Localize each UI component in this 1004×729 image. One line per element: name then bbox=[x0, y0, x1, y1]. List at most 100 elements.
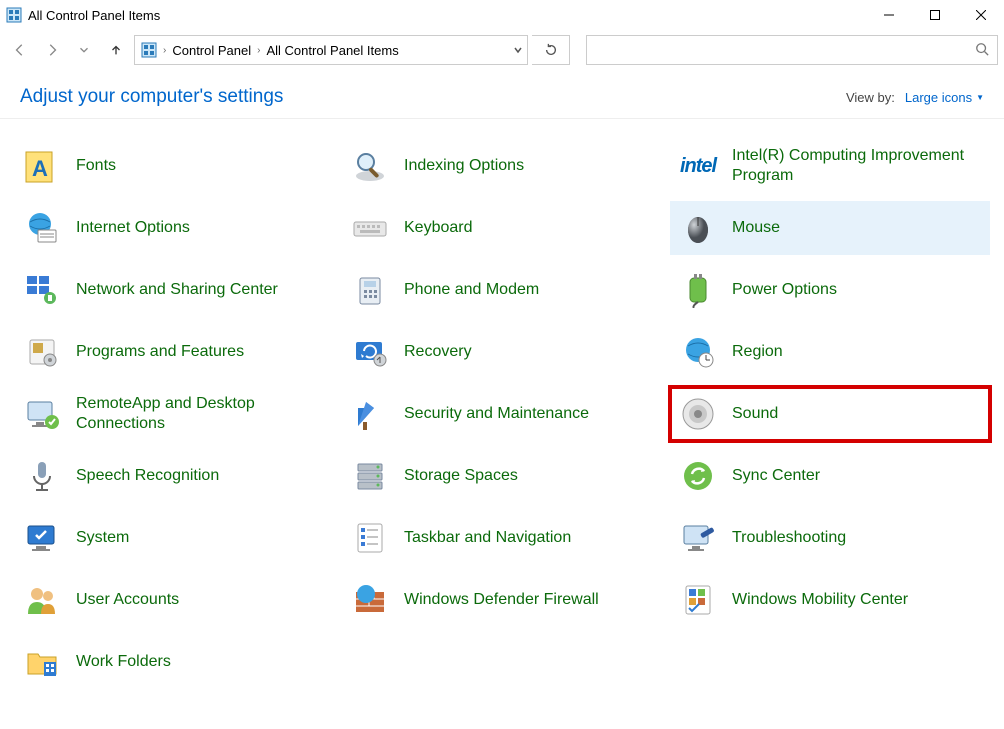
cp-item-label: Fonts bbox=[76, 156, 116, 176]
internet-options-icon bbox=[22, 208, 62, 248]
programs-icon bbox=[22, 332, 62, 372]
phone-icon bbox=[350, 270, 390, 310]
breadcrumb-current[interactable]: All Control Panel Items bbox=[264, 43, 400, 58]
cp-item-intel[interactable]: intel Intel(R) Computing Improvement Prog… bbox=[670, 139, 990, 193]
cp-item-label: Region bbox=[732, 342, 783, 362]
cp-item-label: Security and Maintenance bbox=[404, 404, 589, 424]
cp-item-label: Network and Sharing Center bbox=[76, 280, 278, 300]
address-dropdown[interactable] bbox=[513, 42, 523, 58]
cp-item-keyboard[interactable]: Keyboard bbox=[342, 201, 662, 255]
sound-icon bbox=[678, 394, 718, 434]
mouse-icon bbox=[678, 208, 718, 248]
cp-item-troubleshooting[interactable]: Troubleshooting bbox=[670, 511, 990, 565]
chevron-down-icon: ▼ bbox=[976, 93, 984, 102]
divider bbox=[0, 118, 1004, 119]
mobility-icon bbox=[678, 580, 718, 620]
fonts-icon: A bbox=[22, 146, 62, 186]
network-icon bbox=[22, 270, 62, 310]
svg-text:A: A bbox=[32, 156, 48, 181]
cp-item-sync[interactable]: Sync Center bbox=[670, 449, 990, 503]
cp-item-power[interactable]: Power Options bbox=[670, 263, 990, 317]
cp-item-indexing[interactable]: Indexing Options bbox=[342, 139, 662, 193]
page-title: Adjust your computer's settings bbox=[20, 86, 283, 108]
cp-item-label: Windows Defender Firewall bbox=[404, 590, 599, 610]
security-icon bbox=[350, 394, 390, 434]
search-icon[interactable] bbox=[975, 42, 989, 59]
intel-icon: intel bbox=[678, 146, 718, 186]
cp-item-label: Indexing Options bbox=[404, 156, 524, 176]
region-icon bbox=[678, 332, 718, 372]
viewby-dropdown[interactable]: Large icons ▼ bbox=[905, 90, 984, 105]
cp-item-label: Internet Options bbox=[76, 218, 190, 238]
cp-item-firewall[interactable]: Windows Defender Firewall bbox=[342, 573, 662, 627]
refresh-button[interactable] bbox=[532, 35, 570, 65]
cp-item-label: Phone and Modem bbox=[404, 280, 539, 300]
back-button[interactable] bbox=[6, 36, 34, 64]
address-bar[interactable]: › Control Panel › All Control Panel Item… bbox=[134, 35, 528, 65]
cp-item-work-folders[interactable]: Work Folders bbox=[14, 635, 334, 689]
breadcrumb-root-icon bbox=[139, 42, 159, 58]
cp-item-storage[interactable]: Storage Spaces bbox=[342, 449, 662, 503]
cp-item-label: System bbox=[76, 528, 129, 548]
cp-item-label: Keyboard bbox=[404, 218, 473, 238]
cp-item-taskbar[interactable]: Taskbar and Navigation bbox=[342, 511, 662, 565]
maximize-button[interactable] bbox=[912, 0, 958, 30]
cp-item-label: Programs and Features bbox=[76, 342, 244, 362]
cp-item-fonts[interactable]: A Fonts bbox=[14, 139, 334, 193]
taskbar-icon bbox=[350, 518, 390, 558]
chevron-right-icon[interactable]: › bbox=[163, 45, 166, 56]
cp-item-system[interactable]: System bbox=[14, 511, 334, 565]
cp-item-label: Mouse bbox=[732, 218, 780, 238]
cp-item-remoteapp[interactable]: RemoteApp and Desktop Connections bbox=[14, 387, 334, 441]
nav-row: › Control Panel › All Control Panel Item… bbox=[0, 30, 1004, 70]
firewall-icon bbox=[350, 580, 390, 620]
indexing-icon bbox=[350, 146, 390, 186]
storage-icon bbox=[350, 456, 390, 496]
chevron-right-icon[interactable]: › bbox=[257, 45, 260, 56]
cp-item-network[interactable]: Network and Sharing Center bbox=[14, 263, 334, 317]
cp-item-sound[interactable]: Sound bbox=[670, 387, 990, 441]
control-panel-icon bbox=[6, 7, 22, 23]
cp-item-mobility[interactable]: Windows Mobility Center bbox=[670, 573, 990, 627]
titlebar: All Control Panel Items bbox=[0, 0, 1004, 30]
search-box[interactable] bbox=[586, 35, 998, 65]
header-strip: Adjust your computer's settings View by:… bbox=[0, 70, 1004, 118]
close-button[interactable] bbox=[958, 0, 1004, 30]
window-title: All Control Panel Items bbox=[28, 8, 160, 23]
user-accounts-icon bbox=[22, 580, 62, 620]
cp-item-internet-options[interactable]: Internet Options bbox=[14, 201, 334, 255]
cp-item-security[interactable]: Security and Maintenance bbox=[342, 387, 662, 441]
cp-item-label: Windows Mobility Center bbox=[732, 590, 908, 610]
recent-dropdown[interactable] bbox=[70, 36, 98, 64]
cp-item-speech[interactable]: Speech Recognition bbox=[14, 449, 334, 503]
cp-item-label: Storage Spaces bbox=[404, 466, 518, 486]
cp-item-label: User Accounts bbox=[76, 590, 179, 610]
cp-item-label: Sound bbox=[732, 404, 778, 424]
cp-item-label: Sync Center bbox=[732, 466, 820, 486]
viewby-label: View by: bbox=[846, 90, 895, 105]
minimize-button[interactable] bbox=[866, 0, 912, 30]
search-input[interactable] bbox=[595, 42, 975, 59]
remoteapp-icon bbox=[22, 394, 62, 434]
cp-item-phone[interactable]: Phone and Modem bbox=[342, 263, 662, 317]
troubleshooting-icon bbox=[678, 518, 718, 558]
forward-button[interactable] bbox=[38, 36, 66, 64]
power-icon bbox=[678, 270, 718, 310]
cp-item-mouse[interactable]: Mouse bbox=[670, 201, 990, 255]
cp-item-region[interactable]: Region bbox=[670, 325, 990, 379]
sync-icon bbox=[678, 456, 718, 496]
cp-item-label: Speech Recognition bbox=[76, 466, 219, 486]
cp-item-programs[interactable]: Programs and Features bbox=[14, 325, 334, 379]
viewby-value: Large icons bbox=[905, 90, 972, 105]
cp-item-label: Intel(R) Computing Improvement Program bbox=[732, 146, 982, 186]
cp-item-recovery[interactable]: Recovery bbox=[342, 325, 662, 379]
cp-item-user-accounts[interactable]: User Accounts bbox=[14, 573, 334, 627]
up-button[interactable] bbox=[102, 36, 130, 64]
cp-item-label: Taskbar and Navigation bbox=[404, 528, 571, 548]
items-grid: A Fonts Indexing Options intel Intel(R) Comp… bbox=[0, 127, 1004, 701]
breadcrumb-root[interactable]: Control Panel bbox=[170, 43, 253, 58]
cp-item-label: Troubleshooting bbox=[732, 528, 846, 548]
cp-item-label: Recovery bbox=[404, 342, 472, 362]
cp-item-label: RemoteApp and Desktop Connections bbox=[76, 394, 326, 434]
cp-item-label: Work Folders bbox=[76, 652, 171, 672]
